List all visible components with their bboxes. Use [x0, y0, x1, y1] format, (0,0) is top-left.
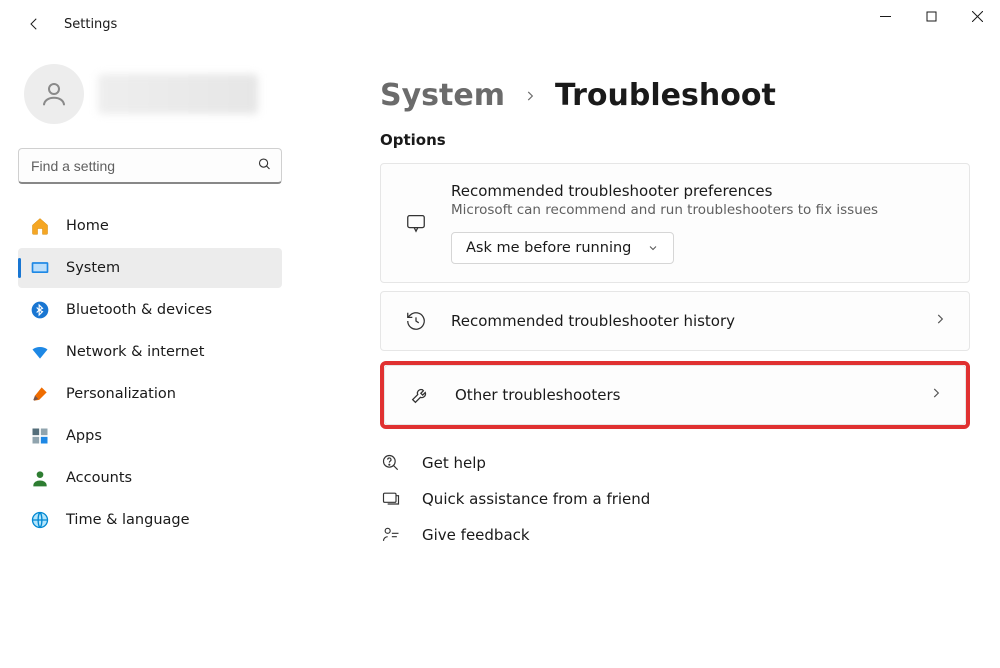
apps-icon: [30, 426, 50, 446]
person-icon: [39, 79, 69, 109]
nav-item-home[interactable]: Home: [18, 206, 282, 246]
breadcrumb: System Troubleshoot: [380, 78, 970, 113]
feedback-icon: [380, 525, 402, 545]
card-preferences: Recommended troubleshooter preferences M…: [380, 163, 970, 283]
minimize-button[interactable]: [862, 0, 908, 32]
minimize-icon: [880, 11, 891, 22]
breadcrumb-current: Troubleshoot: [555, 78, 776, 113]
close-icon: [972, 11, 983, 22]
globe-clock-icon: [30, 510, 50, 530]
nav-item-apps[interactable]: Apps: [18, 416, 282, 456]
nav-label: Time & language: [66, 512, 190, 528]
link-give-feedback[interactable]: Give feedback: [380, 525, 970, 545]
app-title: Settings: [64, 17, 117, 32]
link-quick-assist[interactable]: Quick assistance from a friend: [380, 489, 970, 509]
wrench-icon: [407, 384, 433, 406]
nav: Home System Bluetooth & devices Network …: [18, 206, 282, 540]
chat-icon: [403, 212, 429, 234]
pref-dropdown[interactable]: Ask me before running: [451, 232, 674, 264]
highlight-box: Other troubleshooters: [380, 361, 970, 429]
nav-item-system[interactable]: System: [18, 248, 282, 288]
nav-item-network[interactable]: Network & internet: [18, 332, 282, 372]
chevron-right-icon: [933, 312, 947, 330]
nav-label: Home: [66, 218, 109, 234]
back-button[interactable]: [14, 4, 54, 44]
accounts-icon: [30, 468, 50, 488]
nav-label: Accounts: [66, 470, 132, 486]
card-other-troubleshooters[interactable]: Other troubleshooters: [384, 365, 966, 425]
options-heading: Options: [380, 131, 970, 149]
nav-label: Personalization: [66, 386, 176, 402]
footer-links: Get help Quick assistance from a friend …: [380, 453, 970, 545]
nav-item-accounts[interactable]: Accounts: [18, 458, 282, 498]
nav-item-time-language[interactable]: Time & language: [18, 500, 282, 540]
nav-label: Network & internet: [66, 344, 204, 360]
chevron-down-icon: [647, 242, 659, 254]
window-controls: [862, 0, 1000, 32]
brush-icon: [30, 384, 50, 404]
sidebar: Home System Bluetooth & devices Network …: [0, 48, 300, 668]
quick-assist-icon: [380, 489, 402, 509]
main-content: System Troubleshoot Options Recommended …: [300, 48, 1000, 668]
breadcrumb-parent[interactable]: System: [380, 78, 505, 113]
wifi-icon: [30, 342, 50, 362]
maximize-button[interactable]: [908, 0, 954, 32]
nav-item-bluetooth[interactable]: Bluetooth & devices: [18, 290, 282, 330]
other-title: Other troubleshooters: [455, 386, 907, 404]
chevron-right-icon: [523, 84, 537, 108]
link-label: Get help: [422, 454, 486, 472]
user-block[interactable]: [24, 64, 300, 124]
avatar: [24, 64, 84, 124]
chevron-right-icon: [929, 386, 943, 404]
nav-label: System: [66, 260, 120, 276]
maximize-icon: [926, 11, 937, 22]
help-icon: [380, 453, 402, 473]
titlebar: Settings: [0, 0, 1000, 48]
home-icon: [30, 216, 50, 236]
pref-subtitle: Microsoft can recommend and run troubles…: [451, 202, 947, 218]
link-label: Give feedback: [422, 526, 530, 544]
history-title: Recommended troubleshooter history: [451, 312, 911, 330]
close-button[interactable]: [954, 0, 1000, 32]
link-get-help[interactable]: Get help: [380, 453, 970, 473]
user-info-blurred: [98, 74, 258, 114]
history-icon: [403, 310, 429, 332]
dropdown-value: Ask me before running: [466, 240, 631, 256]
system-icon: [30, 258, 50, 278]
nav-label: Bluetooth & devices: [66, 302, 212, 318]
pref-title: Recommended troubleshooter preferences: [451, 182, 947, 200]
search-box[interactable]: [18, 148, 282, 184]
card-history[interactable]: Recommended troubleshooter history: [380, 291, 970, 351]
nav-label: Apps: [66, 428, 102, 444]
search-input[interactable]: [18, 148, 282, 184]
link-label: Quick assistance from a friend: [422, 490, 650, 508]
bluetooth-icon: [30, 300, 50, 320]
search-icon: [257, 157, 272, 176]
nav-item-personalization[interactable]: Personalization: [18, 374, 282, 414]
arrow-left-icon: [25, 15, 43, 33]
